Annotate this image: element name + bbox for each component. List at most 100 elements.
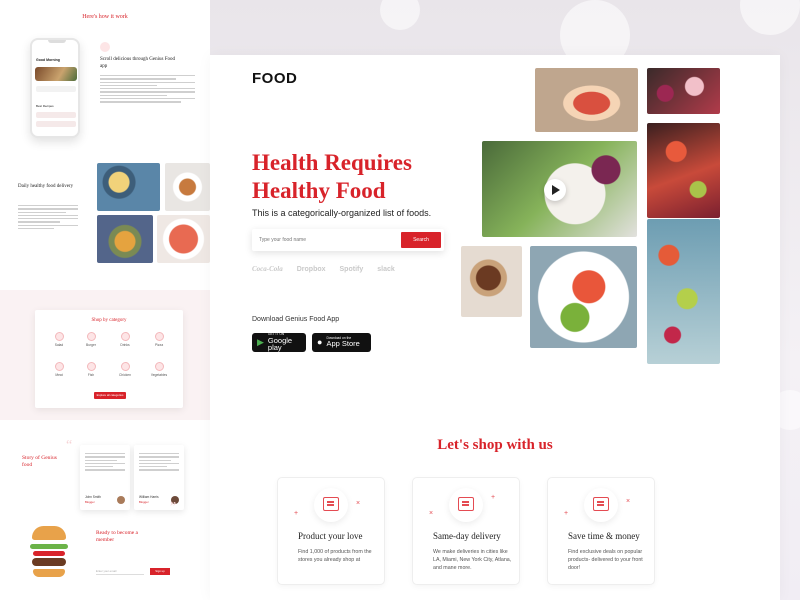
category-chicken[interactable]: Chicken bbox=[113, 362, 137, 377]
category-burger[interactable]: Burger bbox=[79, 332, 103, 347]
left-food-photo bbox=[97, 215, 153, 263]
shop-section-title: Let's shop with us bbox=[437, 437, 553, 453]
salad-icon bbox=[54, 332, 64, 341]
left-food-photo bbox=[165, 163, 210, 211]
landing-page: FOOD Health Requires Healthy Food This i… bbox=[210, 55, 780, 600]
review-card: William Harris Blogger bbox=[134, 445, 184, 510]
scroll-icon bbox=[100, 42, 110, 52]
review-card: John Smith Blogger bbox=[80, 445, 130, 510]
delivery-icon bbox=[449, 488, 483, 522]
category-vegetables[interactable]: Vegetables bbox=[147, 362, 171, 377]
avatar bbox=[117, 496, 125, 504]
food-photo-salmon-bowl bbox=[530, 246, 637, 348]
app-store-button[interactable]: ● Download on the App Store bbox=[312, 333, 371, 352]
food-photo-salmon bbox=[535, 68, 638, 132]
feature-card-savings: + × Save time & money Find exclusive dea… bbox=[547, 477, 655, 585]
review-text bbox=[85, 453, 125, 473]
step-delivery-title: Daily healthy food delivery bbox=[18, 184, 74, 189]
phone-recipe-item bbox=[36, 121, 76, 127]
pizza-icon bbox=[154, 332, 164, 341]
food-photo-smoothie bbox=[647, 219, 720, 364]
food-photo-vegetables bbox=[647, 123, 720, 218]
category-pizza[interactable]: Pizza bbox=[147, 332, 171, 347]
cross-icon: × bbox=[626, 498, 631, 505]
spotify-logo: Spotify bbox=[339, 265, 364, 273]
google-play-icon: ▶ bbox=[257, 337, 264, 347]
feature-description: We make deliveries in cities like LA, Mi… bbox=[433, 549, 512, 571]
category-meat[interactable]: Meat bbox=[47, 362, 71, 377]
cake-glyph bbox=[323, 497, 339, 511]
vegetables-icon bbox=[154, 362, 164, 371]
phone-food-image bbox=[35, 67, 77, 81]
food-logo[interactable]: FOOD bbox=[252, 70, 297, 87]
cross-icon: × bbox=[429, 510, 434, 517]
burger-bun-bottom bbox=[33, 569, 65, 577]
reviewer-name: John Smith bbox=[85, 495, 101, 499]
category-salad[interactable]: Salad bbox=[47, 332, 71, 347]
feature-title: Same-day delivery bbox=[433, 531, 501, 541]
quote-icon: ” bbox=[170, 500, 177, 515]
burger-lettuce bbox=[30, 544, 68, 549]
burger-patty bbox=[32, 558, 66, 566]
google-play-large: Google play bbox=[267, 335, 293, 353]
cross-icon: × bbox=[356, 500, 361, 507]
plus-icon: + bbox=[491, 494, 496, 501]
play-icon[interactable] bbox=[544, 179, 566, 201]
food-video-thumbnail[interactable] bbox=[482, 141, 637, 237]
search-button[interactable]: Search bbox=[401, 232, 441, 248]
reviewer-role: Blogger bbox=[85, 500, 95, 504]
search-bar: Search bbox=[252, 229, 444, 251]
category-drinks[interactable]: Drinks bbox=[113, 332, 137, 347]
step-delivery-text bbox=[18, 205, 78, 231]
reviewer-role: Blogger bbox=[139, 500, 149, 504]
phone-chip-row bbox=[36, 86, 76, 92]
phone-greeting: Good Morning bbox=[36, 58, 60, 62]
feature-description: Find 1,000 of products from the stores y… bbox=[298, 549, 372, 563]
feature-description: Find exclusive deals on popular products… bbox=[568, 549, 643, 571]
feature-card-products: + × Product your love Find 1,000 of prod… bbox=[277, 477, 385, 585]
google-play-button[interactable]: ▶ GET IT ON Google play bbox=[252, 333, 306, 352]
shop-by-category-title: Shop by category bbox=[91, 318, 127, 323]
left-food-photo bbox=[97, 163, 160, 211]
phone-recipes-label: Best Recipes bbox=[36, 104, 54, 108]
download-label: Download Genius Food App bbox=[252, 316, 340, 323]
hero-subtitle: This is a categorically-organized list o… bbox=[252, 208, 432, 218]
burger-illustration bbox=[30, 522, 68, 586]
cocacola-logo: Coca-Cola bbox=[252, 265, 283, 273]
quote-icon: “ bbox=[66, 438, 73, 453]
reviewer-name: William Harris bbox=[139, 495, 159, 499]
chicken-icon bbox=[120, 362, 130, 371]
category-fish[interactable]: Fish bbox=[79, 362, 103, 377]
step-scroll-title: Scroll delicious through Genius Food app bbox=[100, 57, 175, 69]
apple-icon: ● bbox=[317, 337, 323, 347]
left-preview-panel: Here's how it work Good Morning Best Rec… bbox=[0, 0, 210, 600]
feature-card-delivery: × + Same-day delivery We make deliveries… bbox=[412, 477, 520, 585]
phone-mockup: Good Morning Best Recipes bbox=[30, 38, 80, 138]
deal-icon bbox=[584, 488, 618, 522]
plus-icon: + bbox=[564, 510, 569, 517]
food-photo-dragonfruit bbox=[647, 68, 720, 114]
delivery-glyph bbox=[458, 497, 474, 511]
cake-icon bbox=[314, 488, 348, 522]
story-title: Story of Genius food bbox=[22, 455, 57, 469]
brand-logos: Coca-Cola Dropbox Spotify slack bbox=[252, 265, 395, 273]
app-store-text: Download on the App Store bbox=[326, 336, 360, 349]
member-title: Ready to become a member bbox=[96, 530, 138, 544]
deal-glyph bbox=[593, 497, 609, 511]
slack-logo: slack bbox=[377, 265, 395, 273]
google-play-text: GET IT ON Google play bbox=[267, 333, 301, 353]
explore-categories-button[interactable]: Explore all categories bbox=[94, 392, 126, 399]
search-input[interactable] bbox=[259, 234, 389, 246]
app-store-large: App Store bbox=[326, 339, 360, 349]
plus-icon: + bbox=[294, 510, 299, 517]
fish-icon bbox=[86, 362, 96, 371]
food-photo-bowl bbox=[461, 246, 522, 317]
phone-recipe-item bbox=[36, 112, 76, 118]
how-it-works-title: Here's how it work bbox=[82, 14, 128, 20]
member-email-input[interactable]: Enter your email bbox=[96, 568, 144, 575]
step-scroll-text bbox=[100, 75, 195, 105]
member-signup-button[interactable]: Sign up bbox=[150, 568, 170, 575]
shop-by-category-card: Shop by category Salad Burger Drinks Piz… bbox=[35, 310, 183, 408]
burger-tomato bbox=[33, 551, 65, 556]
review-text bbox=[139, 453, 179, 473]
